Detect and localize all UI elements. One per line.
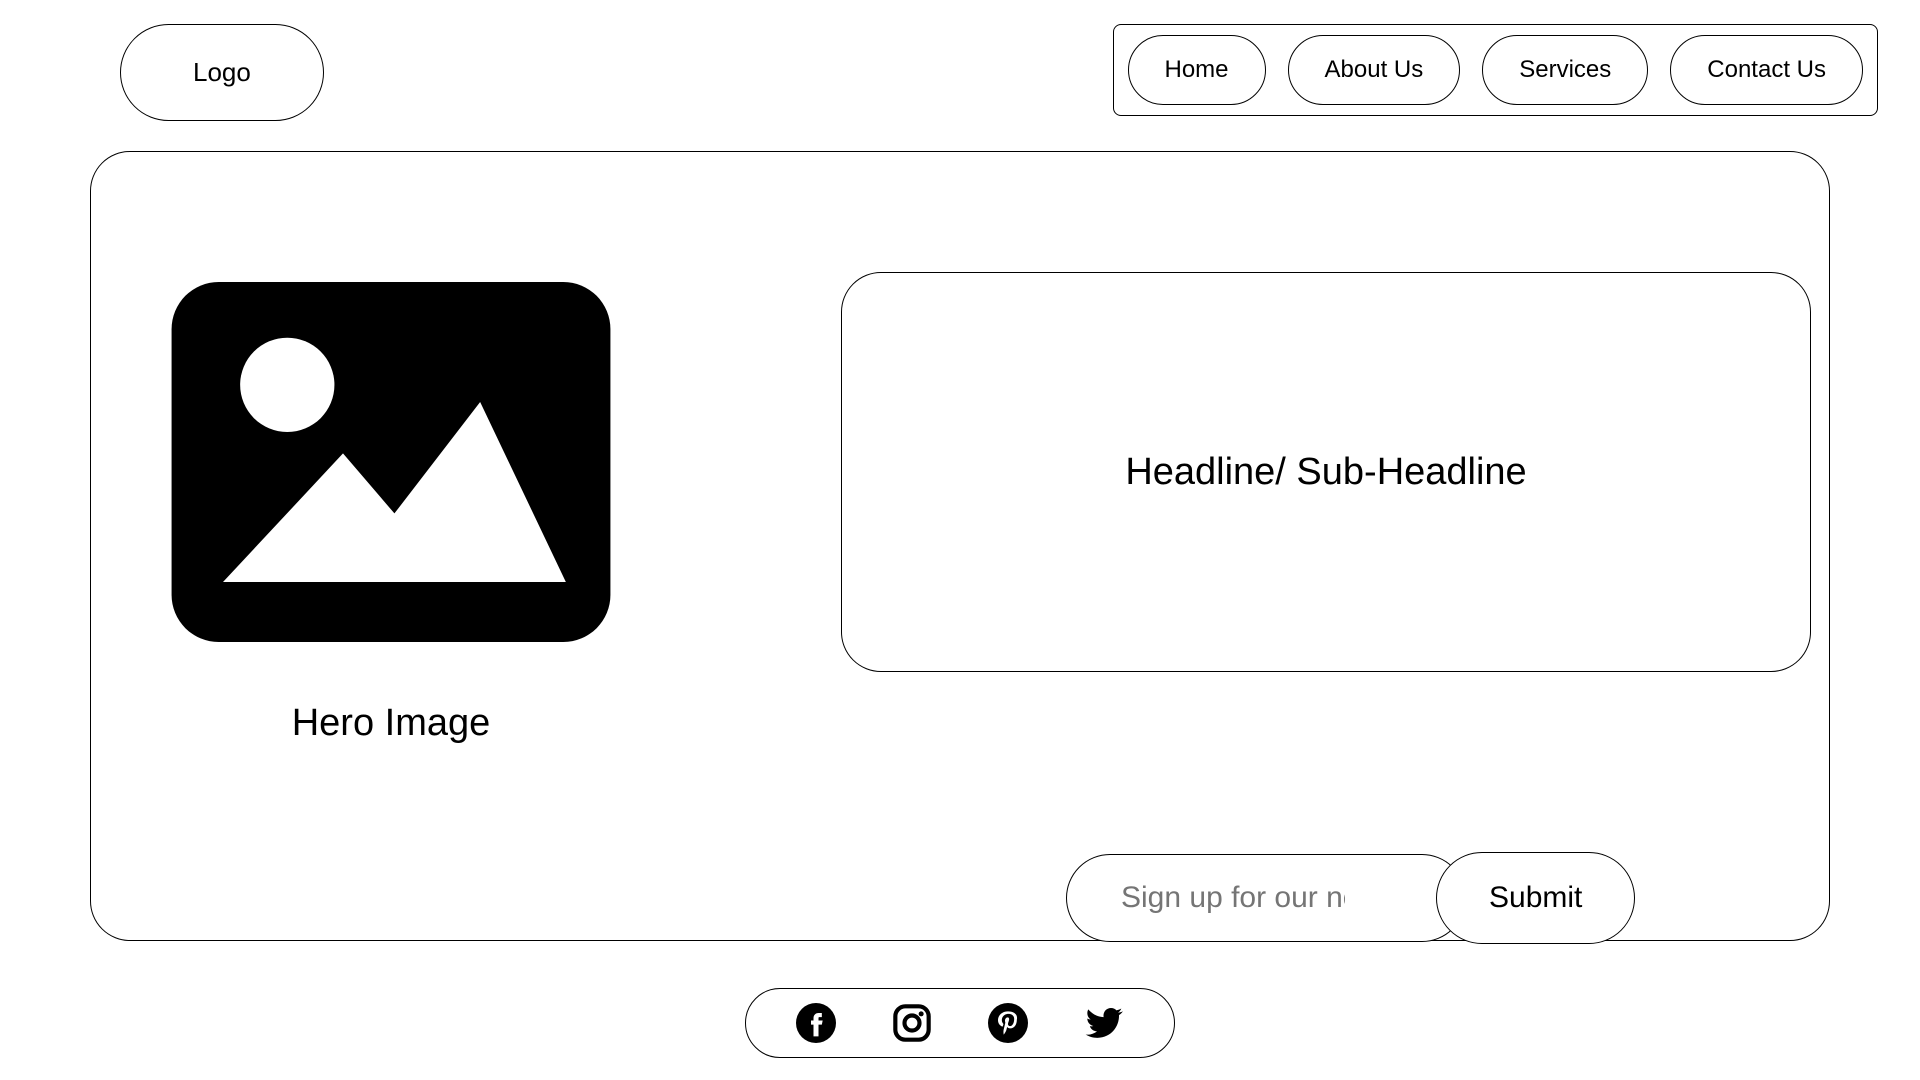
instagram-icon[interactable]: [892, 1003, 932, 1043]
headline-box: Headline/ Sub-Headline: [841, 272, 1811, 672]
nav-home[interactable]: Home: [1128, 35, 1266, 105]
nav-about-us[interactable]: About Us: [1288, 35, 1461, 105]
logo[interactable]: Logo: [120, 24, 324, 121]
newsletter-wrapper: Submit: [1066, 852, 1635, 944]
twitter-icon[interactable]: [1084, 1003, 1124, 1043]
newsletter-input[interactable]: [1066, 854, 1466, 942]
pinterest-icon[interactable]: [988, 1003, 1028, 1043]
submit-button[interactable]: Submit: [1436, 852, 1635, 944]
hero-image-label: Hero Image: [292, 702, 491, 745]
hero-section: Hero Image Headline/ Sub-Headline Submit: [90, 151, 1830, 941]
nav-container: Home About Us Services Contact Us: [1113, 24, 1879, 116]
hero-image-wrapper: Hero Image: [171, 282, 611, 745]
nav-services[interactable]: Services: [1482, 35, 1648, 105]
headline-text: Headline/ Sub-Headline: [1125, 451, 1526, 494]
header: Logo Home About Us Services Contact Us: [0, 0, 1920, 121]
nav-contact-us[interactable]: Contact Us: [1670, 35, 1863, 105]
facebook-icon[interactable]: [796, 1003, 836, 1043]
image-placeholder-icon: [171, 282, 611, 642]
social-bar: [745, 988, 1175, 1058]
